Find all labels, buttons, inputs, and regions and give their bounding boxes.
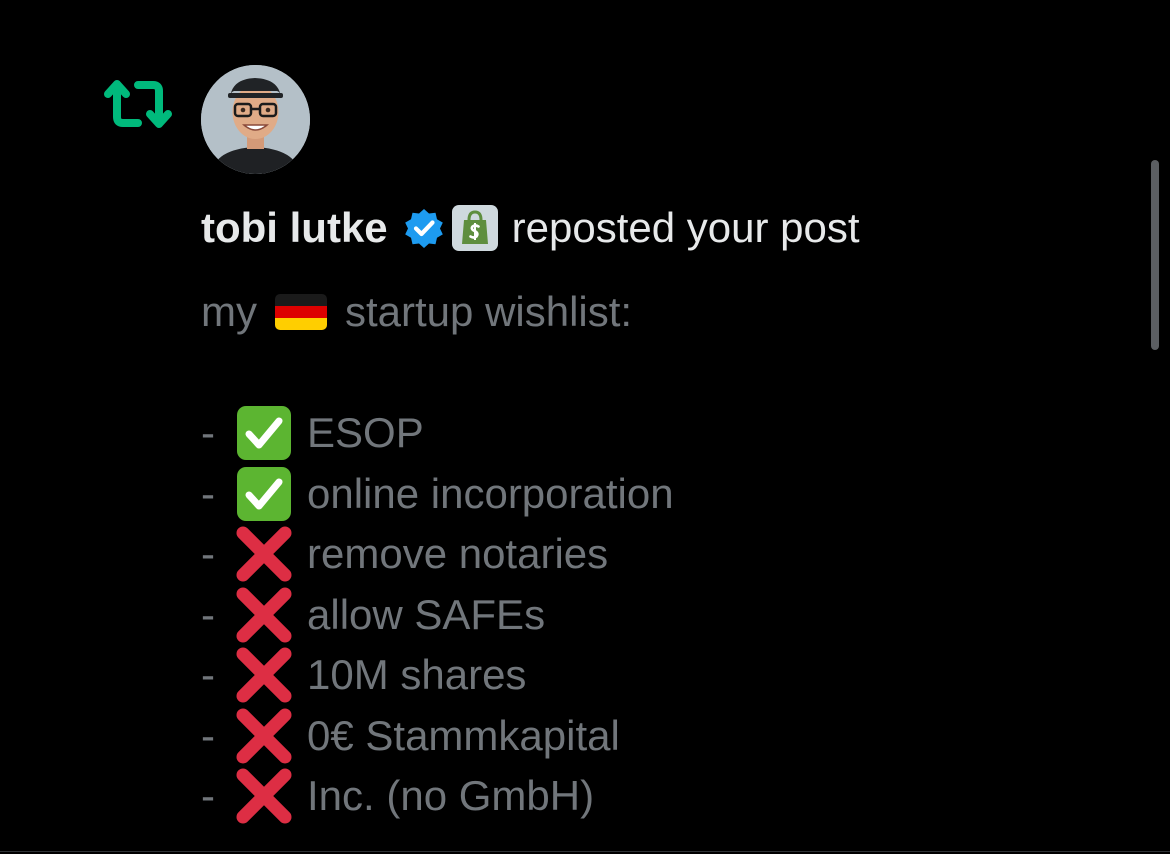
cross-mark-icon	[235, 525, 293, 583]
list-item: - Inc. (no GmbH)	[201, 766, 1131, 827]
list-item: - allow SAFEs	[201, 585, 1131, 646]
list-dash: -	[201, 469, 215, 517]
list-item-text: Inc. (no GmbH)	[307, 772, 595, 820]
list-item-text: allow SAFEs	[307, 590, 546, 638]
cross-mark-icon	[235, 707, 293, 765]
list-item-text: 0€ Stammkapital	[307, 711, 620, 759]
list-dash: -	[201, 772, 215, 820]
list-dash: -	[201, 651, 215, 699]
list-dash: -	[201, 711, 215, 759]
list-item: - online incorporation	[201, 464, 1131, 525]
notification-headline: tobi lutke reposted your post	[201, 200, 860, 256]
verified-icon	[388, 208, 444, 248]
intro-after: startup wishlist:	[345, 288, 633, 336]
list-item: - 10M shares	[201, 645, 1131, 706]
divider	[0, 851, 1170, 852]
list-dash: -	[201, 530, 215, 578]
germany-flag-icon	[275, 294, 327, 331]
list-item: - ESOP	[201, 403, 1131, 464]
list-item-text: ESOP	[307, 409, 424, 457]
list-item: - remove notaries	[201, 524, 1131, 585]
list-dash: -	[201, 590, 215, 638]
list-dash: -	[201, 409, 215, 457]
check-mark-icon	[235, 404, 293, 462]
post-text[interactable]: my startup wishlist: - ESOP - online inc…	[201, 282, 1131, 827]
post-intro-line: my startup wishlist:	[201, 282, 1131, 343]
list-item-text: 10M shares	[307, 651, 527, 699]
cross-mark-icon	[235, 767, 293, 825]
scrollbar[interactable]	[1151, 160, 1159, 350]
avatar[interactable]	[201, 65, 310, 174]
cross-mark-icon	[235, 586, 293, 644]
check-mark-icon	[235, 465, 293, 523]
list-item-text: remove notaries	[307, 530, 609, 578]
list-item-text: online incorporation	[307, 469, 674, 517]
intro-before: my	[201, 288, 257, 336]
user-name[interactable]: tobi lutke	[201, 204, 388, 252]
repost-icon	[100, 75, 176, 133]
shopify-bag-icon	[451, 205, 498, 251]
action-text: reposted your post	[511, 204, 860, 251]
cross-mark-icon	[235, 646, 293, 704]
list-item: - 0€ Stammkapital	[201, 706, 1131, 767]
